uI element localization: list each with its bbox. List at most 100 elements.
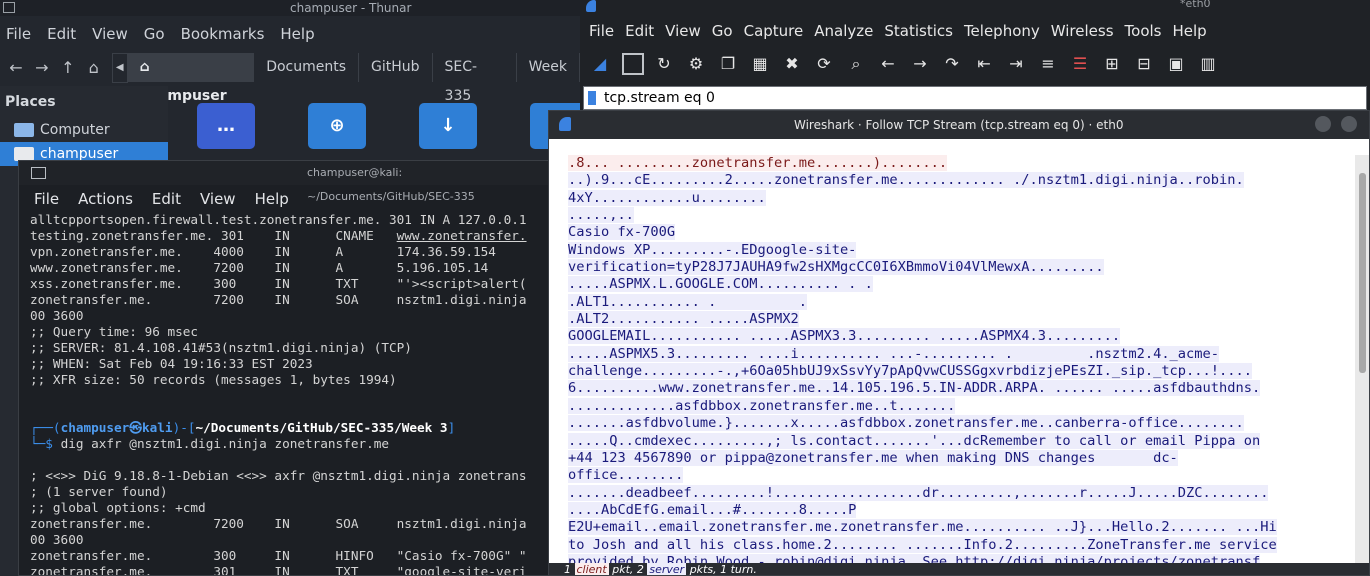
reload-file-icon[interactable]: ⟳ — [812, 52, 836, 76]
term-command: dig axfr @nsztm1.digi.ninja zonetransfer… — [60, 436, 390, 451]
menu-view[interactable]: View — [200, 190, 236, 208]
previous-packet-icon[interactable]: ← — [876, 52, 900, 76]
breadcrumb-documents[interactable]: Documents — [254, 53, 360, 82]
menu-analyze[interactable]: Analyze — [814, 22, 873, 40]
stream-content[interactable]: .8... .........zonetransfer.me.......)..… — [549, 155, 1355, 570]
breadcrumb-week[interactable]: Week — [517, 53, 580, 82]
find-packet-search-icon[interactable]: ⌕ — [844, 52, 868, 76]
prompt-user: champuser㉿kali — [60, 420, 173, 435]
menu-tools[interactable]: Tools — [1125, 22, 1162, 40]
autoscroll-icon[interactable]: ≡ — [1036, 52, 1060, 76]
term-line: ;; Query time: 96 msec — [30, 324, 199, 339]
stop-capture-icon[interactable] — [622, 53, 644, 75]
menu-help[interactable]: Help — [280, 25, 314, 43]
menu-statistics[interactable]: Statistics — [884, 22, 953, 40]
next-packet-icon[interactable]: → — [908, 52, 932, 76]
save-file-icon[interactable]: ▦ — [748, 52, 772, 76]
window-icon — [3, 2, 15, 13]
menu-help[interactable]: Help — [1172, 22, 1206, 40]
menu-go[interactable]: Go — [712, 22, 733, 40]
normal-size-icon[interactable]: ▣ — [1164, 52, 1188, 76]
display-filter-input[interactable]: tcp.stream eq 0 — [583, 86, 1367, 110]
prompt-close: ] — [447, 420, 456, 435]
stream-status: 1 client pkt, 2 server pkts, 1 turn. — [549, 563, 1369, 576]
start-capture-fin-icon[interactable]: ◢ — [588, 52, 612, 76]
folder-link-icon[interactable]: ⊕ — [308, 103, 366, 149]
term-line: zonetransfer.me. 7200 IN SOA nsztm1.digi… — [30, 516, 527, 531]
restart-capture-icon[interactable]: ↻ — [652, 52, 676, 76]
display-filter-text: tcp.stream eq 0 — [604, 90, 715, 106]
term-line: xss.zonetransfer.me. 300 IN TXT "'><scri… — [30, 276, 527, 291]
menu-edit[interactable]: Edit — [625, 22, 654, 40]
home-icon[interactable]: ⌂ — [84, 58, 104, 78]
resize-columns-icon[interactable]: ▥ — [1196, 52, 1220, 76]
menu-actions[interactable]: Actions — [78, 190, 133, 208]
menu-bookmarks[interactable]: Bookmarks — [181, 25, 265, 43]
term-line: zonetransfer.me. 301 IN TXT "google-site… — [30, 564, 527, 576]
last-packet-icon[interactable]: ⇥ — [1004, 52, 1028, 76]
follow-tcp-stream-dialog: Wireshark · Follow TCP Stream (tcp.strea… — [548, 110, 1370, 576]
menu-go[interactable]: Go — [144, 25, 165, 43]
thunar-menubar: File Edit View Go Bookmarks Help — [0, 16, 580, 52]
zoom-in-icon[interactable]: ⊞ — [1100, 52, 1124, 76]
crumb-scroll-left-icon[interactable]: ◀ — [111, 52, 128, 83]
server-data-line: verification=tyP28J7JAUHA9fw2sHXMgcCC0I6… — [568, 259, 1104, 276]
term-line: ;; global options: +cmd — [30, 500, 206, 515]
breadcrumb-champuser[interactable]: ⌂ champuser — [127, 53, 255, 104]
stream-scrollbar[interactable] — [1355, 155, 1369, 563]
menu-file[interactable]: File — [589, 22, 614, 40]
menu-capture[interactable]: Capture — [744, 22, 804, 40]
menu-file[interactable]: File — [34, 190, 59, 208]
prompt-path: ~/Documents/GitHub/SEC-335/Week 3 — [195, 420, 448, 435]
colorize-icon[interactable]: ☰ — [1068, 52, 1092, 76]
menu-telephony[interactable]: Telephony — [964, 22, 1040, 40]
scrollbar-thumb[interactable] — [1359, 173, 1366, 373]
open-file-icon[interactable]: ❐ — [716, 52, 740, 76]
prompt-mid: )-[ — [172, 420, 196, 435]
menu-file[interactable]: File — [6, 25, 31, 43]
breadcrumb-sec335[interactable]: SEC-335 — [433, 53, 517, 104]
thunar-title: champuser - Thunar — [290, 1, 412, 15]
term-line: alltcpportsopen.firewall.test.zonetransf… — [30, 212, 527, 227]
zoom-out-icon[interactable]: ⊟ — [1132, 52, 1156, 76]
capture-options-gear-icon[interactable]: ⚙ — [684, 52, 708, 76]
computer-icon — [14, 123, 34, 137]
menu-help[interactable]: Help — [255, 190, 289, 208]
server-data-line: 4xY............u........ — [568, 189, 766, 206]
term-line: 00 3600 — [30, 532, 84, 547]
follow-titlebar: Wireshark · Follow TCP Stream (tcp.strea… — [549, 111, 1369, 139]
server-data-line: .....ASPMX5.3......... ....i.......... .… — [568, 345, 1220, 362]
prompt-open: ┌──( — [30, 420, 61, 435]
menu-edit[interactable]: Edit — [47, 25, 76, 43]
up-arrow-icon[interactable]: ↑ — [58, 58, 78, 78]
wireshark-toolbar: ◢ ↻ ⚙ ❐ ▦ ✖ ⟳ ⌕ ← → ↷ ⇤ ⇥ ≡ ☰ ⊞ ⊟ ▣ ▥ — [580, 46, 1370, 82]
folder-download-icon[interactable]: ↓ — [419, 103, 477, 149]
menu-edit[interactable]: Edit — [152, 190, 181, 208]
server-data-line: .............asfdbbox.zonetransfer.me..t… — [568, 397, 956, 414]
sidebar-item-computer[interactable]: Computer — [0, 118, 168, 142]
minimize-icon[interactable] — [1315, 116, 1331, 132]
status-server-label: server — [647, 563, 687, 576]
close-icon[interactable] — [1341, 116, 1357, 132]
server-data-line: to Josh and all his class.home.2........… — [568, 536, 1277, 553]
back-arrow-icon[interactable]: ← — [6, 58, 26, 78]
first-packet-icon[interactable]: ⇤ — [972, 52, 996, 76]
thunar-navbar: ← → ↑ ⌂ ◀ ⌂ champuser Documents GitHub S… — [0, 52, 580, 104]
term-line: ;; XFR size: 50 records (messages 1, byt… — [30, 372, 397, 387]
close-file-icon[interactable]: ✖ — [780, 52, 804, 76]
folder-icon[interactable]: … — [197, 103, 255, 149]
go-to-packet-icon[interactable]: ↷ — [940, 52, 964, 76]
menu-wireless[interactable]: Wireless — [1051, 22, 1114, 40]
wireshark-menubar: File Edit View Go Capture Analyze Statis… — [580, 16, 1370, 46]
thunar-titlebar: champuser - Thunar — [0, 0, 580, 16]
forward-arrow-icon[interactable]: → — [32, 58, 52, 78]
term-link[interactable]: www.zonetransfer. — [397, 228, 527, 243]
terminal-output[interactable]: alltcpportsopen.firewall.test.zonetransf… — [19, 212, 551, 576]
filter-bookmark-icon[interactable] — [588, 91, 596, 105]
server-data-line: ....AbCdEfG.email...#.......8.....P — [568, 501, 857, 518]
breadcrumb-github[interactable]: GitHub — [359, 53, 433, 82]
wireshark-titlebar: *eth0 — [580, 0, 1370, 16]
server-data-line: Casio fx-700G — [568, 224, 676, 241]
menu-view[interactable]: View — [92, 25, 128, 43]
menu-view[interactable]: View — [665, 22, 701, 40]
